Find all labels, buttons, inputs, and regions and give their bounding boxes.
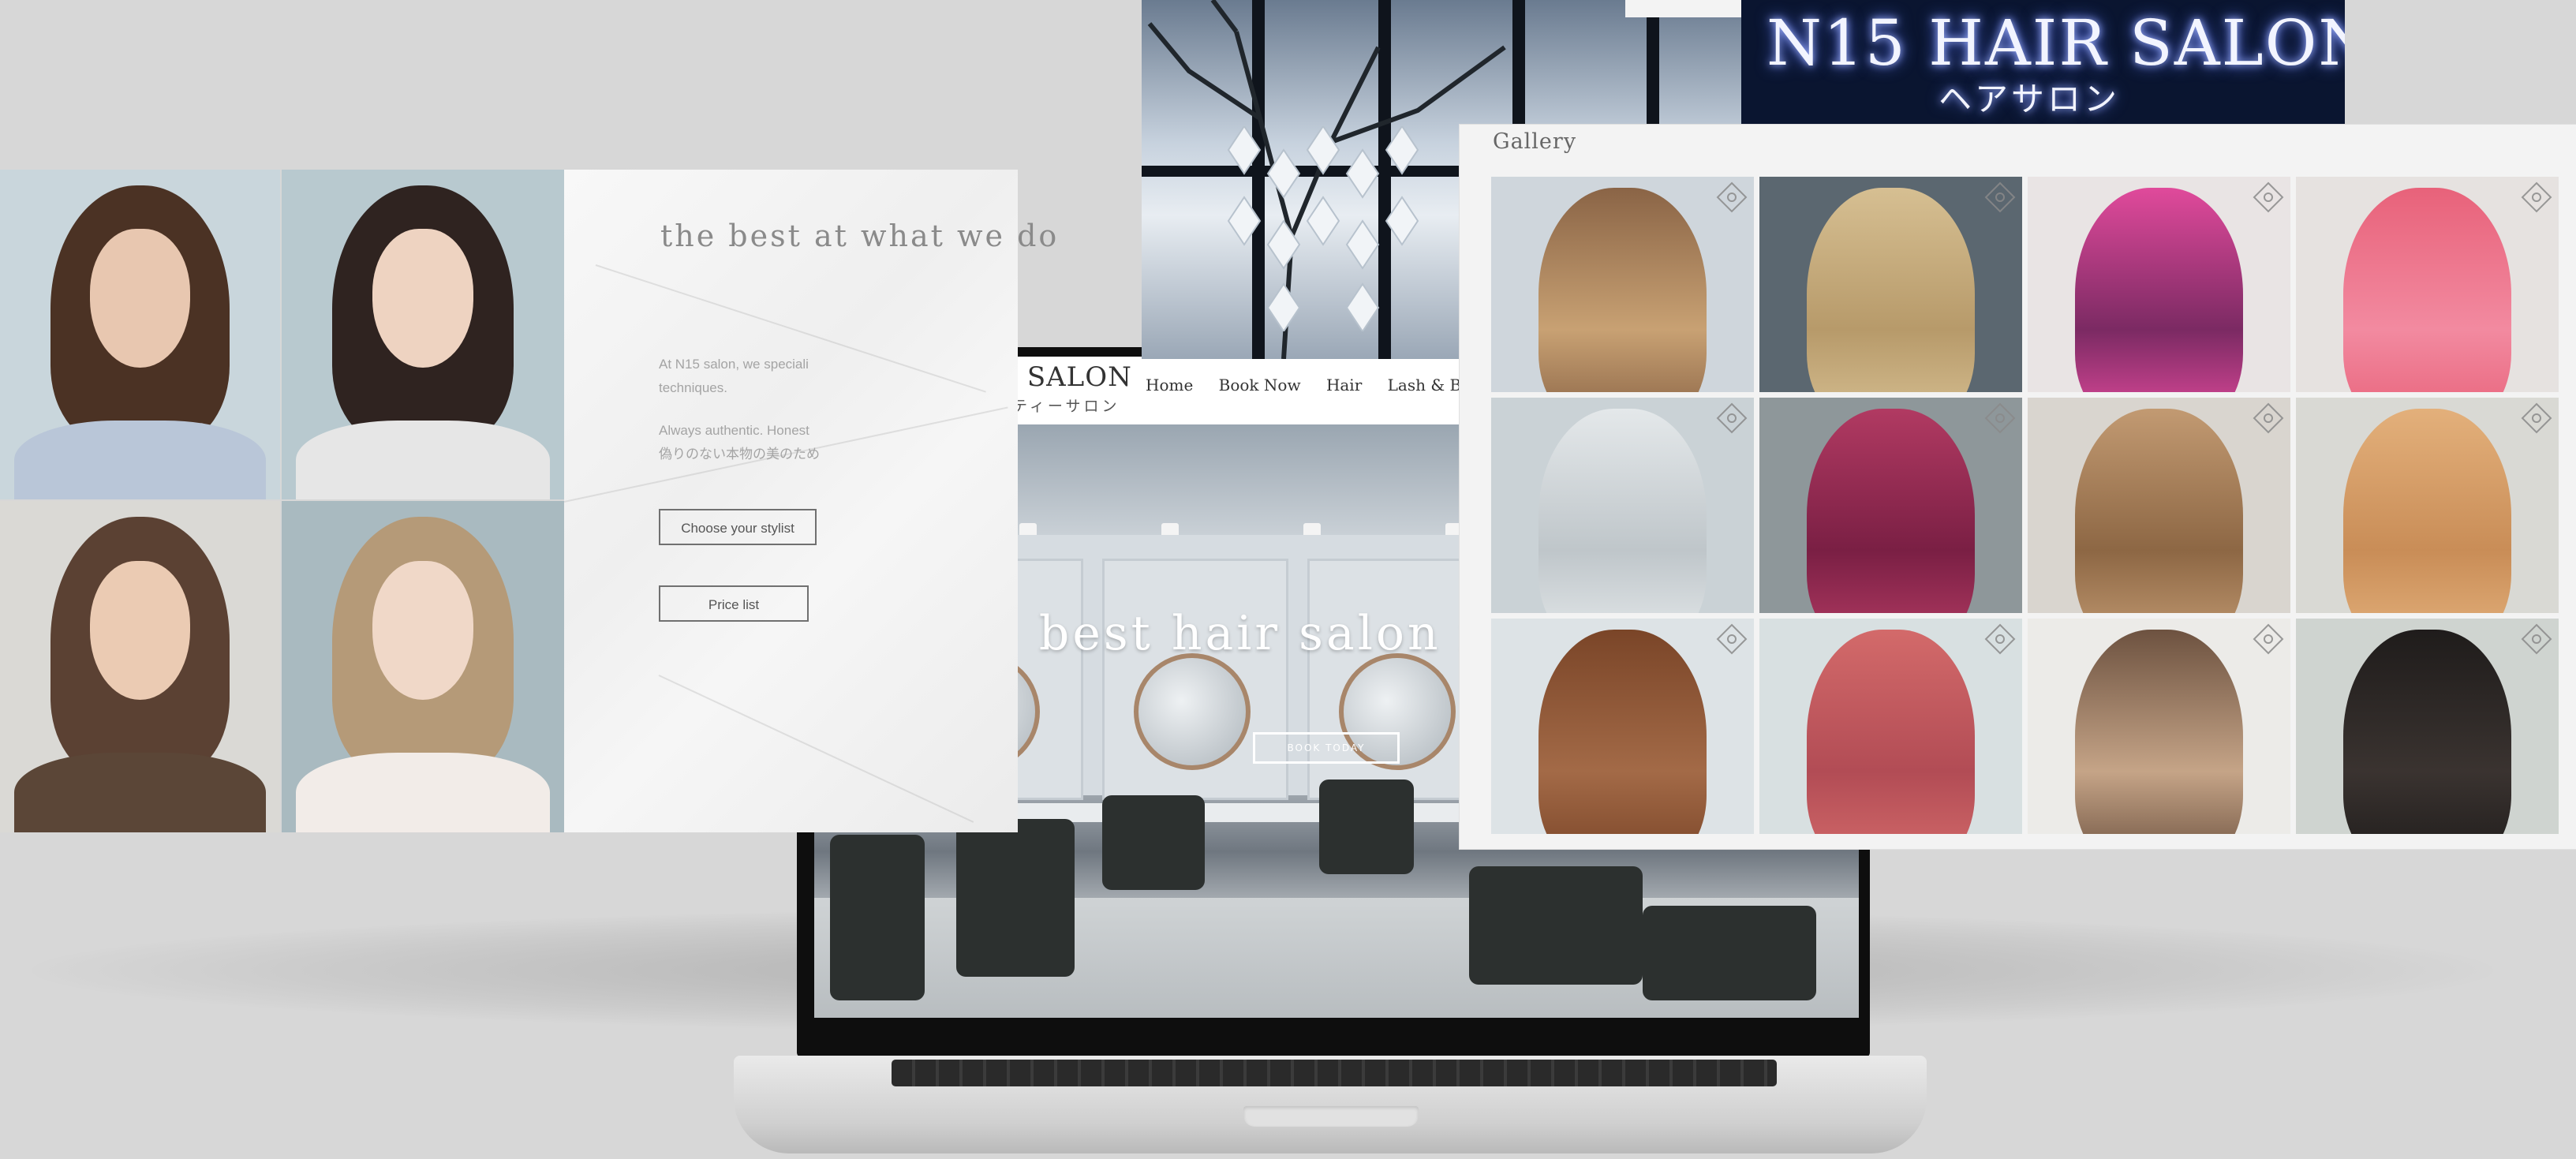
- gallery-panel: Gallery: [1460, 125, 2576, 849]
- portrait-face: [372, 560, 474, 700]
- intro-paragraph: At N15 salon, we speciali techniques. Al…: [659, 353, 820, 466]
- salon-watermark-icon: [2253, 181, 2284, 213]
- hairstyle-image: [2342, 187, 2512, 392]
- round-mirror: [1134, 653, 1251, 770]
- gallery-photo[interactable]: [1491, 177, 1754, 392]
- portrait-face: [89, 229, 191, 368]
- sign-subtitle: ヘアサロン: [1939, 80, 2121, 118]
- salon-watermark-icon: [2521, 402, 2552, 434]
- gallery-title: Gallery: [1493, 129, 1577, 154]
- portrait-clothing: [13, 753, 267, 832]
- gallery-photo[interactable]: [2296, 398, 2559, 613]
- portrait-face: [372, 229, 474, 368]
- laptop-keyboard: [892, 1060, 1777, 1086]
- gallery-photo[interactable]: [1759, 398, 2022, 613]
- salon-chair: [956, 819, 1075, 977]
- salon-chair: [830, 835, 925, 1000]
- hairstyle-image: [1806, 629, 1976, 834]
- model-portrait: [0, 170, 280, 499]
- gallery-photo[interactable]: [2296, 619, 2559, 834]
- salon-chair: [1102, 795, 1205, 890]
- gallery-photo[interactable]: [2028, 177, 2290, 392]
- hairstyle-image: [2074, 408, 2244, 613]
- salon-chair: [1643, 906, 1816, 1000]
- gallery-photo[interactable]: [1759, 177, 2022, 392]
- gallery-photo[interactable]: [2028, 619, 2290, 834]
- laptop-trackpad-notch: [1243, 1106, 1419, 1127]
- neon-sign: N15 HAIR SALON ヘアサロン: [1741, 0, 2345, 130]
- hairstyle-image: [2342, 629, 2512, 834]
- salon-watermark-icon: [1716, 181, 1748, 213]
- hairstyle-image: [1538, 187, 1707, 392]
- nav-home[interactable]: Home: [1146, 376, 1193, 394]
- marble-vein: [658, 675, 974, 823]
- book-today-button[interactable]: BOOK TODAY: [1253, 732, 1400, 764]
- salon-chair: [1469, 866, 1643, 985]
- salon-watermark-icon: [2253, 623, 2284, 655]
- gallery-photo[interactable]: [2296, 177, 2559, 392]
- intro-line: 偽りのない本物の美のため: [659, 447, 820, 462]
- portrait-clothing: [295, 753, 551, 832]
- gallery-photo[interactable]: [1491, 398, 1754, 613]
- salon-watermark-icon: [1984, 402, 2016, 434]
- gallery-grid: [1491, 177, 2559, 836]
- intro-line: At N15 salon, we speciali: [659, 357, 809, 372]
- portrait-clothing: [13, 420, 267, 499]
- hairstyle-image: [1806, 408, 1976, 613]
- sign-frame: [1625, 0, 1742, 17]
- gallery-photo[interactable]: [1759, 619, 2022, 834]
- sign-title: N15 HAIR SALON: [1767, 6, 2345, 80]
- salon-watermark-icon: [1984, 181, 2016, 213]
- hairstyle-image: [2074, 629, 2244, 834]
- salon-watermark-icon: [2521, 181, 2552, 213]
- nav-book-now[interactable]: Book Now: [1219, 376, 1301, 394]
- hairstyle-image: [1806, 187, 1976, 392]
- salon-chair: [1319, 780, 1414, 874]
- intro-line: Always authentic. Honest: [659, 423, 809, 438]
- salon-watermark-icon: [2253, 402, 2284, 434]
- gallery-photo[interactable]: [2028, 398, 2290, 613]
- salon-watermark-icon: [1716, 402, 1748, 434]
- model-portrait: [0, 501, 280, 832]
- hairstyle-image: [1538, 629, 1707, 834]
- salon-watermark-icon: [1716, 623, 1748, 655]
- salon-watermark-icon: [1984, 623, 2016, 655]
- model-portrait: [282, 501, 564, 832]
- hairstyle-image: [1538, 408, 1707, 613]
- hairstyle-image: [2342, 408, 2512, 613]
- hairstyle-image: [2074, 187, 2244, 392]
- portrait-collage: [0, 170, 564, 832]
- portrait-face: [89, 560, 191, 700]
- price-list-button[interactable]: Price list: [659, 585, 809, 622]
- model-portrait: [282, 170, 564, 499]
- intro-line: techniques.: [659, 380, 727, 395]
- diamond-art-icon: [1227, 126, 1419, 331]
- intro-title: the best at what we do: [660, 219, 1060, 253]
- nav-hair[interactable]: Hair: [1326, 376, 1362, 394]
- portrait-clothing: [295, 420, 551, 499]
- salon-watermark-icon: [2521, 623, 2552, 655]
- gallery-photo[interactable]: [1491, 619, 1754, 834]
- choose-stylist-button[interactable]: Choose your stylist: [659, 509, 817, 545]
- intro-panel: the best at what we do At N15 salon, we …: [563, 170, 1056, 832]
